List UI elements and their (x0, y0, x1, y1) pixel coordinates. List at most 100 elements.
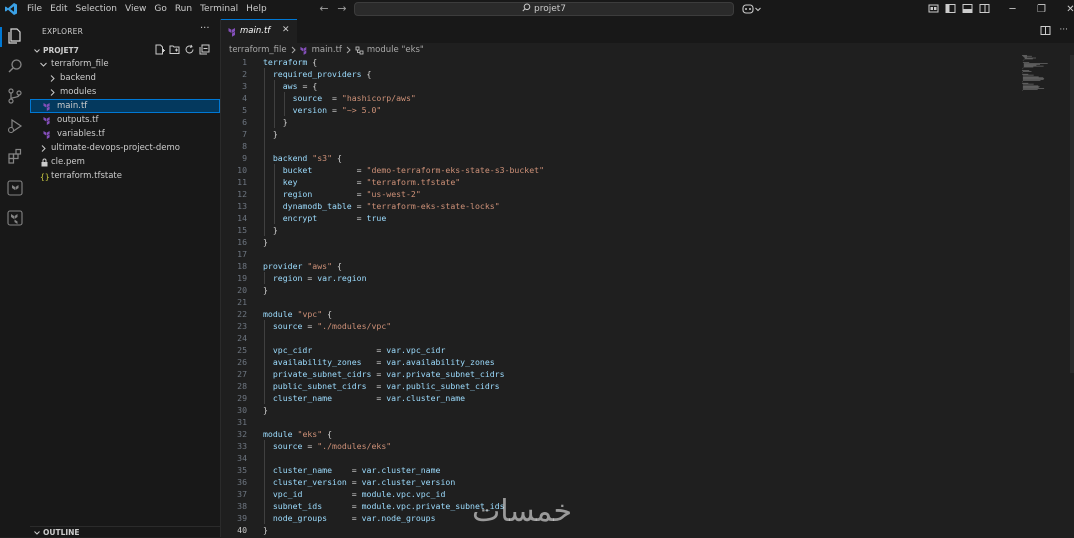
close-tab-icon[interactable]: ✕ (282, 25, 290, 35)
code-line: 37 vpc_id = module.vpc.vpc_id (221, 488, 1011, 500)
layout-controls (928, 3, 990, 14)
outline-section-header[interactable]: OUTLINE (30, 526, 220, 538)
more-actions-icon[interactable]: ··· (200, 23, 210, 34)
tree-item-outputs-tf[interactable]: outputs.tf (30, 113, 220, 127)
code-text: module "eks" { (263, 429, 333, 439)
restore-icon[interactable]: ❐ (1027, 0, 1056, 19)
json-braces-icon: {} (40, 172, 49, 181)
minimap-line (1022, 76, 1039, 78)
close-window-icon[interactable]: ✕ (1056, 0, 1074, 19)
code-line: 14 encrypt = true (221, 212, 1011, 224)
tab-main-tf[interactable]: main.tf ✕ (221, 19, 297, 43)
code-text: } (263, 285, 268, 295)
menu-item-file[interactable]: File (26, 0, 47, 19)
code-text: region = var.region (263, 273, 367, 283)
vertical-scrollbar[interactable] (1070, 55, 1074, 373)
run-debug-icon[interactable] (6, 117, 24, 135)
toggle-panel-icon[interactable] (962, 3, 973, 14)
breadcrumb-file[interactable]: main.tf (312, 45, 342, 55)
tab-bar: main.tf ✕ ··· (221, 19, 1074, 43)
tree-item-modules[interactable]: modules (30, 85, 220, 99)
customize-layout-icon[interactable] (928, 3, 939, 14)
editor-more-icon[interactable]: ··· (1059, 25, 1068, 36)
line-number: 37 (237, 489, 247, 499)
command-center-search[interactable]: projet7 (354, 2, 734, 16)
tree-item-ultimate-devops-project-demo[interactable]: ultimate-devops-project-demo (30, 141, 220, 155)
minimap-line (1023, 64, 1040, 65)
menu-item-edit[interactable]: Edit (49, 0, 72, 19)
chevron-down-icon (755, 7, 761, 11)
minimap-line (1022, 88, 1045, 89)
code-line: 33 source = "./modules/eks" (221, 440, 1011, 452)
tree-item-variables-tf[interactable]: variables.tf (30, 127, 220, 141)
split-editor-icon[interactable] (1040, 25, 1051, 36)
terraform-explorer-icon[interactable] (6, 209, 24, 227)
code-line: 23 source = "./modules/vpc" (221, 320, 1011, 332)
toggle-secondary-sidebar-icon[interactable] (979, 3, 990, 14)
watermark-logo: خمسات (472, 494, 573, 529)
forward-arrow-icon[interactable]: → (336, 3, 348, 15)
tree-item-terraform-file[interactable]: terraform_file (30, 57, 220, 71)
line-number: 9 (242, 153, 247, 163)
tree-item-label: backend (60, 73, 96, 83)
minimap-line (1022, 80, 1041, 81)
line-number: 12 (237, 189, 247, 199)
new-folder-icon[interactable] (169, 44, 180, 55)
tree-item-terraform-tfstate[interactable]: {} terraform.tfstate (30, 169, 220, 183)
code-text: backend "s3" { (263, 153, 342, 163)
collapse-all-icon[interactable] (199, 44, 210, 55)
code-line: 25 vpc_cidr = var.vpc_cidr (221, 344, 1011, 356)
code-line: 1 terraform { (221, 56, 1011, 68)
menu-item-go[interactable]: Go (153, 0, 171, 19)
menu-item-selection[interactable]: Selection (75, 0, 122, 19)
menu-item-view[interactable]: View (124, 0, 151, 19)
tree-item-backend[interactable]: backend (30, 71, 220, 85)
copilot-icon (742, 4, 754, 14)
breadcrumb-symbol[interactable]: module "eks" (367, 45, 424, 55)
line-number: 18 (237, 261, 247, 271)
back-arrow-icon[interactable]: ← (318, 3, 330, 15)
minimap-line (1023, 64, 1037, 66)
code-text: cluster_name = var.cluster_name (263, 465, 441, 475)
code-line: 35 cluster_name = var.cluster_name (221, 464, 1011, 476)
code-text: } (263, 405, 268, 415)
code-text: region = "us-west-2" (263, 189, 421, 199)
code-text: provider "aws" { (263, 261, 342, 271)
menu-item-run[interactable]: Run (174, 0, 197, 19)
explorer-actions (154, 44, 210, 55)
code-line: 7 } (221, 128, 1011, 140)
extensions-icon[interactable] (6, 147, 24, 165)
tree-item-label: outputs.tf (57, 115, 99, 125)
line-number: 4 (242, 93, 247, 103)
menu-item-terminal[interactable]: Terminal (199, 0, 243, 19)
code-line: 27 private_subnet_cidrs = var.private_su… (221, 368, 1011, 380)
menu-item-help[interactable]: Help (245, 0, 272, 19)
refresh-icon[interactable] (184, 44, 195, 55)
explorer-icon[interactable] (6, 27, 24, 45)
code-text: subnet_ids = module.vpc.private_subnet_i… (263, 501, 505, 511)
minimize-icon[interactable]: ─ (998, 0, 1027, 19)
minimap[interactable] (1022, 55, 1062, 95)
minimap-line (1022, 79, 1044, 80)
breadcrumb-folder[interactable]: terraform_file (229, 45, 287, 55)
minimap-line (1023, 56, 1027, 58)
copilot-button[interactable] (742, 3, 762, 14)
project-section-header[interactable]: PROJET7 (30, 44, 220, 57)
toggle-primary-sidebar-icon[interactable] (945, 3, 956, 14)
search-view-icon[interactable] (6, 57, 24, 75)
terraform-cloud-icon[interactable] (6, 179, 24, 197)
tree-item-cle-pem[interactable]: cle.pem (30, 155, 220, 169)
line-number: 34 (237, 453, 247, 463)
code-line: 8 (221, 140, 1011, 152)
code-line: 40} (221, 524, 1011, 536)
explorer-title: EXPLORER (42, 27, 83, 36)
code-line: 29 cluster_name = var.cluster_name (221, 392, 1011, 404)
code-line: 36 cluster_version = var.cluster_version (221, 476, 1011, 488)
code-line: 32 module "eks" { (221, 428, 1011, 440)
chevron-down-icon (40, 62, 47, 67)
code-line: 22 module "vpc" { (221, 308, 1011, 320)
tree-item-main-tf[interactable]: main.tf (30, 99, 220, 113)
code-text: source = "hashicorp/aws" (263, 93, 416, 103)
new-file-icon[interactable] (154, 44, 165, 55)
source-control-icon[interactable] (6, 87, 24, 105)
